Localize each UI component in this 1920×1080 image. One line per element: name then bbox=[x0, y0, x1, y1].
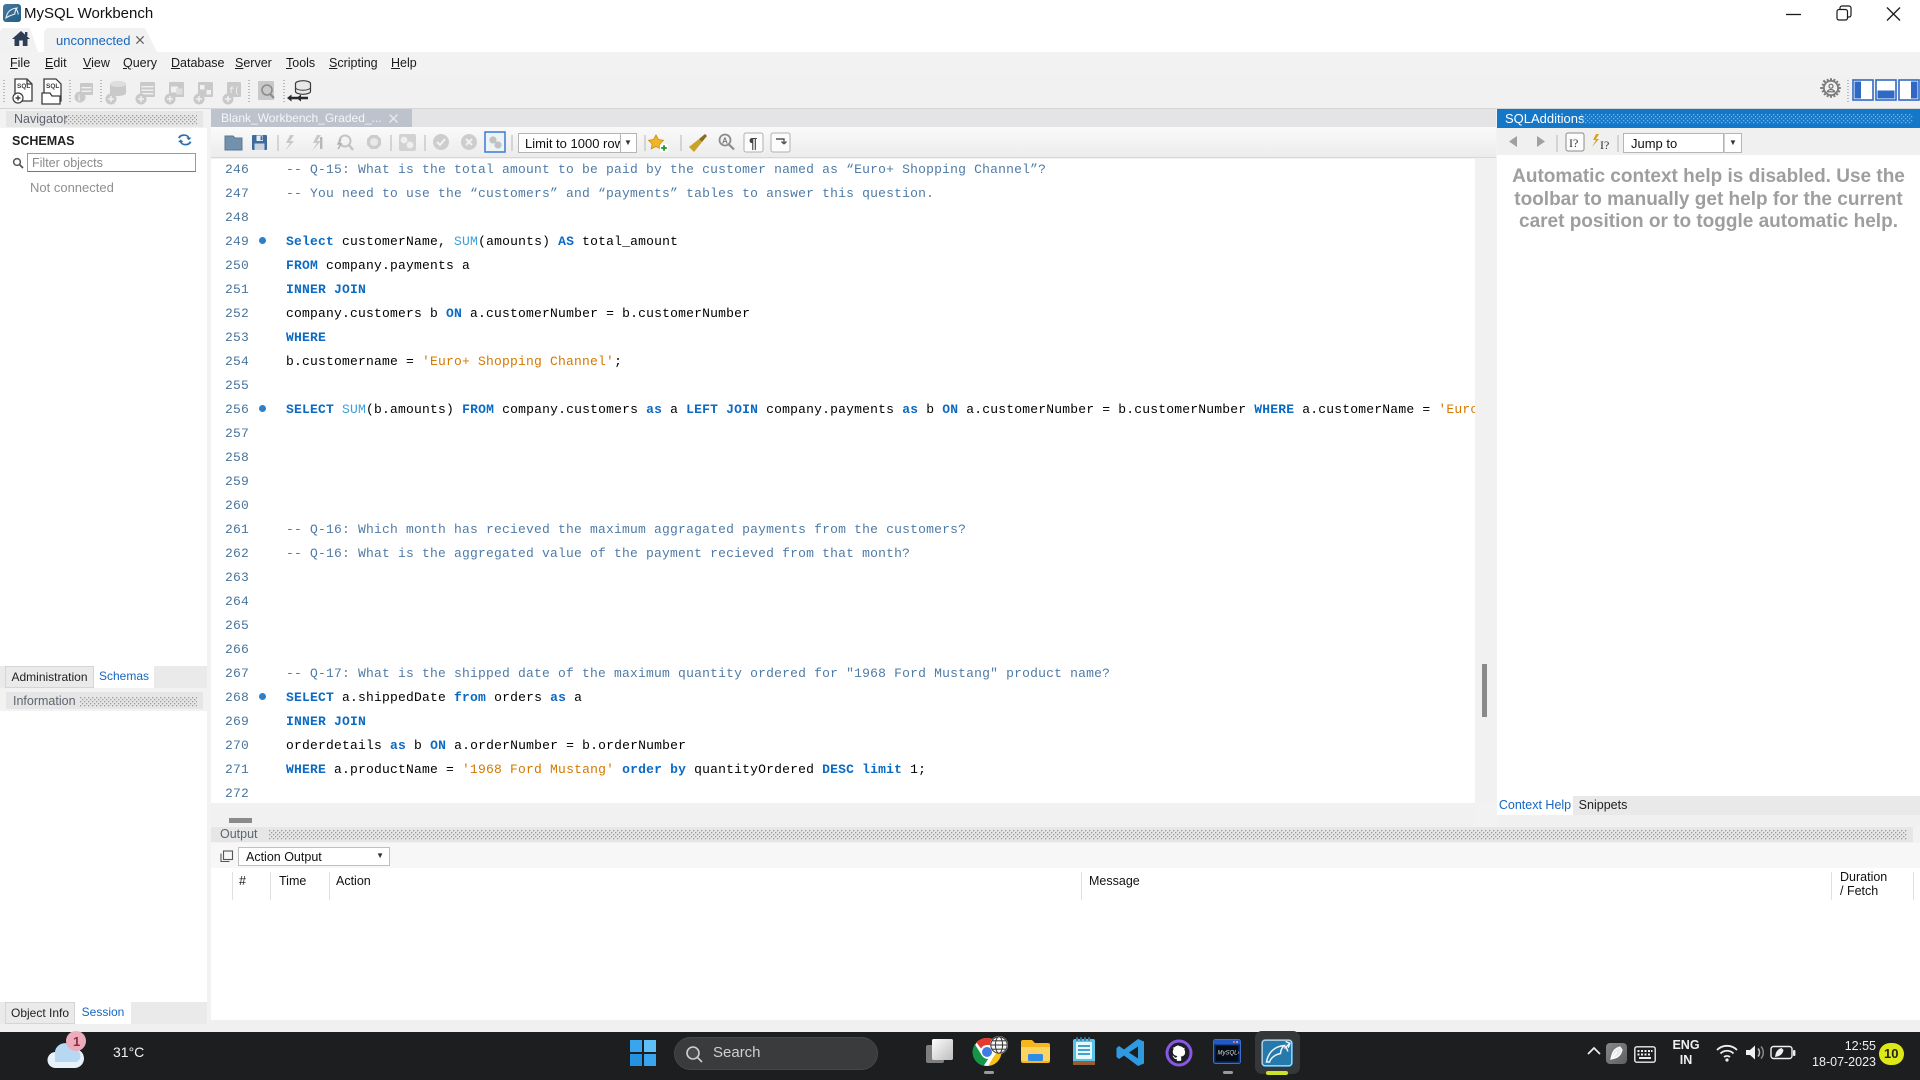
svg-text:¶: ¶ bbox=[749, 135, 757, 152]
svg-text:I?: I? bbox=[1569, 136, 1578, 150]
svg-text:MySQL›: MySQL› bbox=[1218, 1051, 1240, 1057]
svg-text:f(): f() bbox=[229, 86, 245, 96]
svg-text:A: A bbox=[722, 137, 728, 146]
svg-text:I?: I? bbox=[1600, 138, 1609, 152]
svg-text:SQL: SQL bbox=[17, 83, 30, 90]
svg-text:SQL: SQL bbox=[46, 83, 59, 90]
svg-text:1: 1 bbox=[73, 1034, 80, 1049]
